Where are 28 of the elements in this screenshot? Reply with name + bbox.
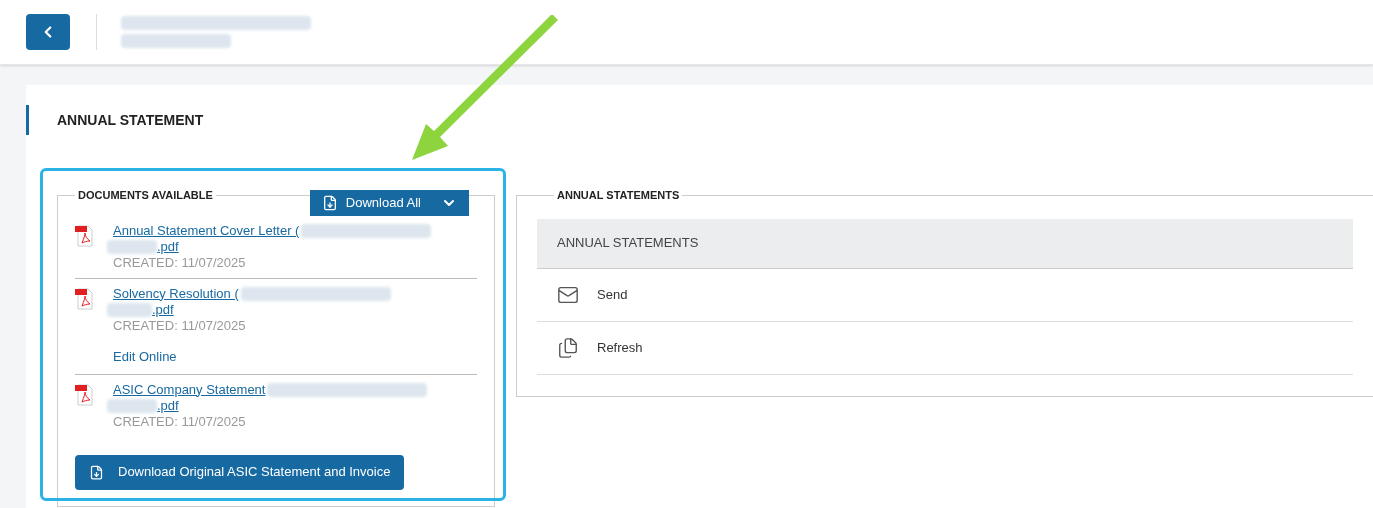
created-date: CREATED: 11/07/2025 xyxy=(113,317,247,334)
download-all-button[interactable]: Download All xyxy=(309,189,469,216)
download-original-button[interactable]: Download Original ASIC Statement and Invoice xyxy=(75,454,405,490)
document-link[interactable]: ASIC Company Statement xyxy=(113,381,266,398)
redacted-text xyxy=(107,302,152,317)
redacted-text xyxy=(107,398,157,413)
file-download-icon xyxy=(321,194,338,211)
edit-online-link[interactable]: Edit Online xyxy=(113,348,391,365)
document-link[interactable]: Annual Statement Cover Letter ( xyxy=(113,222,300,239)
action-row[interactable]: Send xyxy=(537,268,1353,322)
created-date: CREATED: 11/07/2025 xyxy=(113,254,247,271)
document-link[interactable]: Solvency Resolution ( xyxy=(113,285,239,302)
documents-title: DOCUMENTS AVAILABLE xyxy=(77,188,214,203)
annual-statements-title: ANNUAL STATEMENTS xyxy=(556,188,681,203)
file-download-icon xyxy=(89,464,104,480)
pdf-file-icon xyxy=(75,287,93,310)
pdf-file-icon xyxy=(75,383,93,406)
pdf-file-icon xyxy=(75,224,93,247)
document-extension-link[interactable]: .pdf xyxy=(157,238,179,255)
action-row[interactable]: Refresh xyxy=(537,321,1353,375)
created-date: CREATED: 11/07/2025 xyxy=(113,413,247,430)
redacted-text xyxy=(107,239,157,254)
document-extension-link[interactable]: .pdf xyxy=(157,397,179,414)
document-extension-link[interactable]: .pdf xyxy=(152,301,174,318)
back-button[interactable] xyxy=(26,14,70,50)
table-header: ANNUAL STATEMENTS xyxy=(537,218,1353,269)
page-title: ANNUAL STATEMENT xyxy=(57,110,204,130)
documents-icon xyxy=(557,336,579,359)
